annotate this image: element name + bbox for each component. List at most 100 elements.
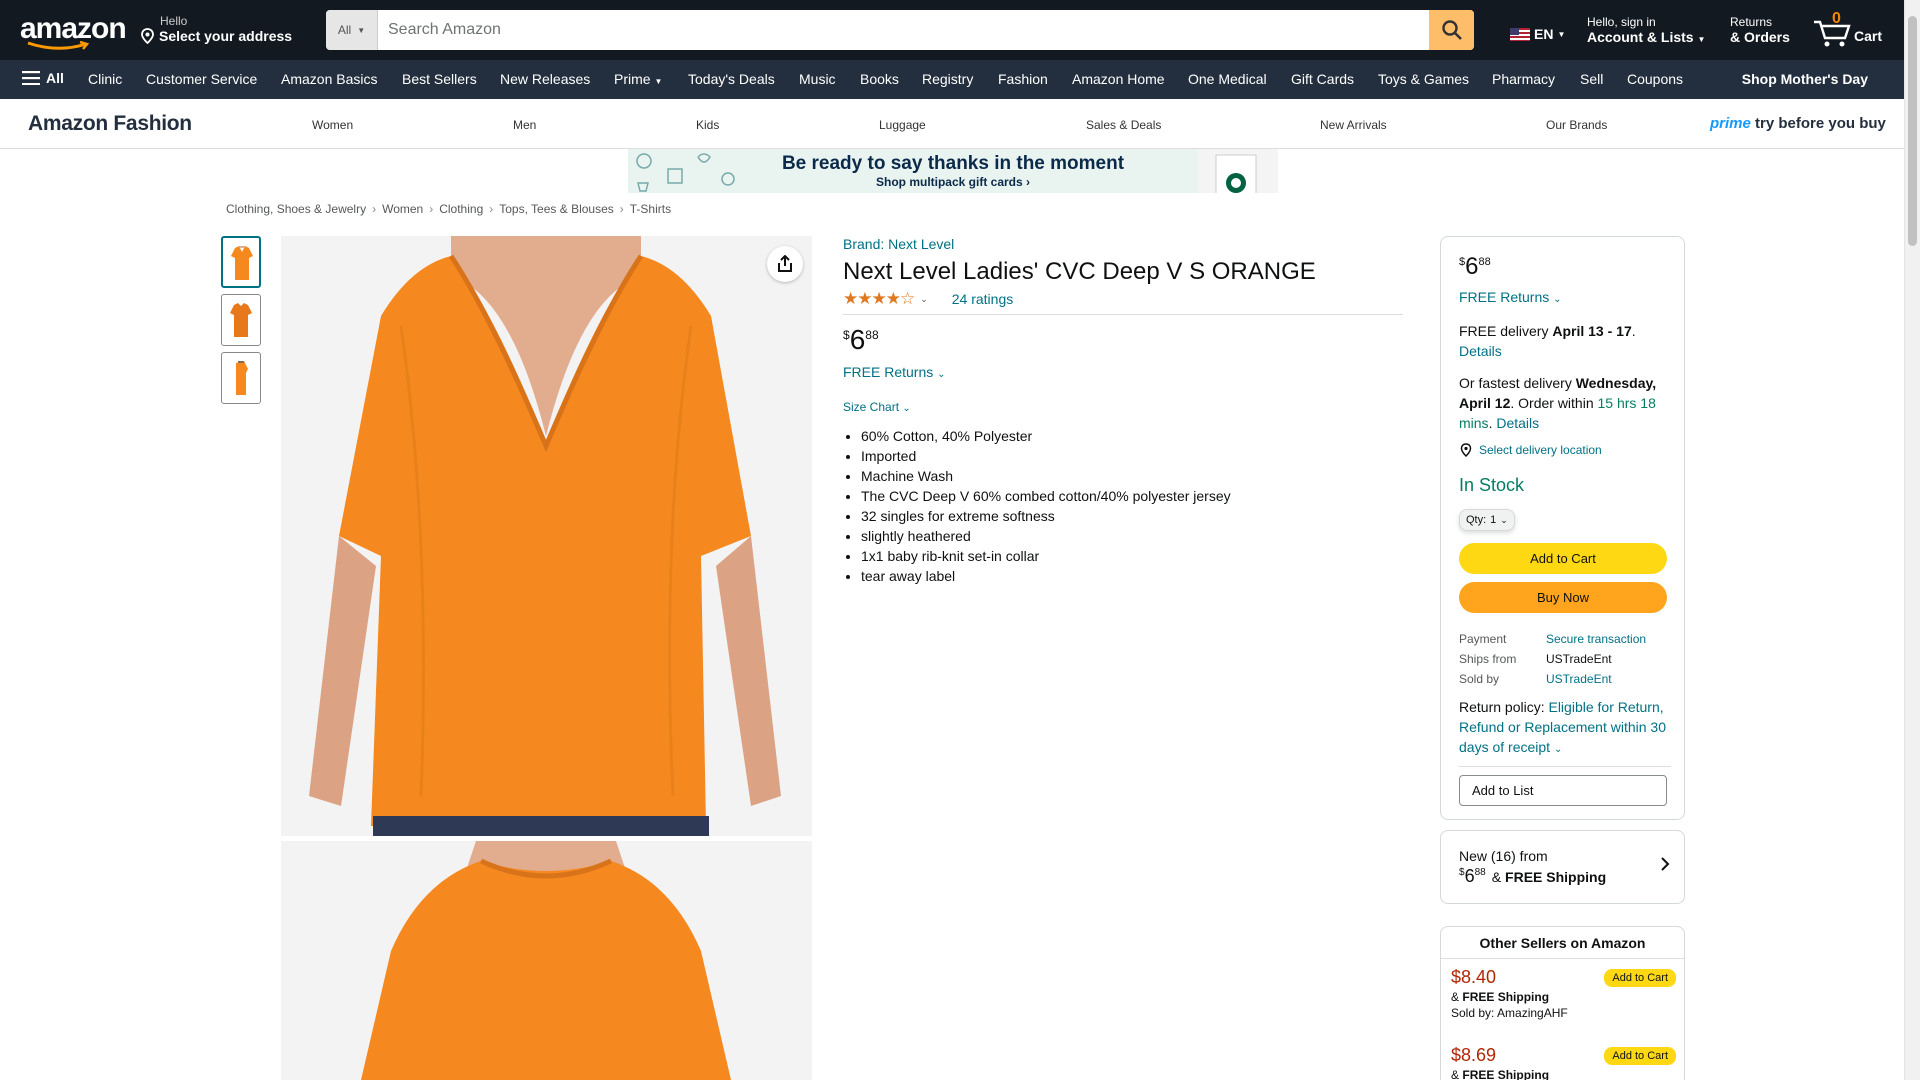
fashion-item-our-brands[interactable]: Our Brands bbox=[1546, 118, 1607, 132]
breadcrumb-item[interactable]: Women bbox=[382, 202, 423, 216]
select-delivery-location[interactable]: Select delivery location bbox=[1459, 443, 1602, 457]
all-label: All bbox=[46, 70, 64, 86]
nav-item-best-sellers[interactable]: Best Sellers bbox=[402, 71, 477, 87]
nav-item-new-releases[interactable]: New Releases bbox=[500, 71, 590, 87]
fashion-item-luggage[interactable]: Luggage bbox=[879, 118, 926, 132]
search-category-label: All bbox=[337, 23, 352, 37]
nav-item-gift-cards[interactable]: Gift Cards bbox=[1291, 71, 1354, 87]
fashion-item-sales-deals[interactable]: Sales & Deals bbox=[1086, 118, 1161, 132]
new-from-price: $ 6 88 & FREE Shipping bbox=[1459, 866, 1606, 887]
ships-from-label: Ships from bbox=[1459, 652, 1517, 666]
nav-item-music[interactable]: Music bbox=[799, 71, 836, 87]
free-returns-link[interactable]: FREE Returns ⌄ bbox=[843, 364, 946, 380]
breadcrumb-item[interactable]: Clothing bbox=[439, 202, 483, 216]
fashion-item-kids[interactable]: Kids bbox=[696, 118, 719, 132]
nav-item-clinic[interactable]: Clinic bbox=[88, 71, 122, 87]
fastest-delivery-info: Or fastest delivery Wednesday, April 12.… bbox=[1459, 375, 1657, 431]
size-chart-label: Size Chart bbox=[843, 400, 900, 414]
add-to-cart-button[interactable]: Add to Cart bbox=[1459, 543, 1667, 574]
chevron-down-icon: ⌄ bbox=[937, 369, 946, 380]
price-whole: 6 bbox=[1465, 253, 1479, 280]
nav-item-prime[interactable]: Prime ▼ bbox=[614, 71, 662, 87]
search-input[interactable] bbox=[378, 10, 1429, 50]
search-bar: All ▼ bbox=[326, 10, 1474, 50]
chevron-down-icon[interactable]: ⌄ bbox=[920, 294, 928, 305]
thumbnail-back[interactable] bbox=[221, 294, 261, 346]
prime-try-before-you-buy[interactable]: prime try before you buy bbox=[1710, 115, 1886, 132]
delivery-info: FREE delivery April 13 - 17. Details bbox=[1459, 323, 1636, 359]
new-offers-link[interactable]: New (16) from $ 6 88 & FREE Shipping bbox=[1440, 830, 1685, 904]
nav-item-pharmacy[interactable]: Pharmacy bbox=[1492, 71, 1555, 87]
nav-item-fashion[interactable]: Fashion bbox=[998, 71, 1048, 87]
return-policy: Return policy: Eligible for Return, Refu… bbox=[1459, 697, 1671, 767]
offer-add-to-cart-button[interactable]: Add to Cart bbox=[1604, 1047, 1676, 1065]
account-lists[interactable]: Hello, sign in Account & Lists ▼ bbox=[1587, 15, 1705, 45]
feature-bullet: 32 singles for extreme softness bbox=[861, 506, 1231, 526]
breadcrumb-item[interactable]: T-Shirts bbox=[630, 202, 671, 216]
share-button[interactable] bbox=[767, 246, 803, 282]
search-button[interactable] bbox=[1429, 10, 1474, 50]
all-menu-button[interactable]: All bbox=[22, 70, 64, 86]
language-selector[interactable]: EN ▼ bbox=[1510, 26, 1565, 42]
chevron-right-icon: › bbox=[489, 202, 494, 216]
nav-item-amazon-basics[interactable]: Amazon Basics bbox=[281, 71, 377, 87]
nav-item-one-medical[interactable]: One Medical bbox=[1188, 71, 1267, 87]
nav-item-toys-games[interactable]: Toys & Games bbox=[1378, 71, 1469, 87]
fashion-item-women[interactable]: Women bbox=[312, 118, 353, 132]
delivery-details-link[interactable]: Details bbox=[1459, 343, 1502, 359]
seller-link[interactable]: USTradeEnt bbox=[1546, 669, 1612, 689]
returns-label: Returns bbox=[1730, 15, 1773, 29]
thumbnail-side[interactable] bbox=[221, 352, 261, 404]
fashion-subnav: Amazon Fashion Women Men Kids Luggage Sa… bbox=[0, 100, 1904, 149]
nav-item-registry[interactable]: Registry bbox=[922, 71, 973, 87]
cart-count: 0 bbox=[1832, 10, 1841, 27]
product-image-main[interactable] bbox=[281, 236, 812, 836]
page-scrollbar[interactable] bbox=[1904, 0, 1920, 1080]
nav-item-todays-deals[interactable]: Today's Deals bbox=[688, 71, 775, 87]
nav-item-customer-service[interactable]: Customer Service bbox=[146, 71, 257, 87]
add-to-list-button[interactable]: Add to List bbox=[1459, 775, 1667, 806]
nav-item-books[interactable]: Books bbox=[860, 71, 899, 87]
thumbnail-front[interactable] bbox=[221, 236, 261, 288]
fastest-details-link[interactable]: Details bbox=[1496, 415, 1539, 431]
qty-value: 1 bbox=[1490, 514, 1497, 526]
offer-add-to-cart-button[interactable]: Add to Cart bbox=[1604, 969, 1676, 987]
nav-item-amazon-home[interactable]: Amazon Home bbox=[1072, 71, 1165, 87]
search-category-dropdown[interactable]: All ▼ bbox=[326, 10, 378, 50]
banner-cta[interactable]: Shop multipack gift cards › bbox=[628, 175, 1278, 189]
share-icon bbox=[778, 255, 792, 272]
rating-row: ★★★★☆ ⌄ 24 ratings bbox=[843, 289, 1403, 315]
gift-card-banner[interactable]: Be ready to say thanks in the moment Sho… bbox=[628, 149, 1278, 193]
buy-now-button[interactable]: Buy Now bbox=[1459, 582, 1667, 613]
cart[interactable]: 0 Cart bbox=[1812, 10, 1892, 50]
buybox-free-returns-link[interactable]: FREE Returns ⌄ bbox=[1459, 289, 1562, 305]
chevron-right-icon: › bbox=[372, 202, 377, 216]
breadcrumb-item[interactable]: Tops, Tees & Blouses bbox=[499, 202, 614, 216]
fashion-item-men[interactable]: Men bbox=[513, 118, 536, 132]
nav-item-sell[interactable]: Sell bbox=[1580, 71, 1603, 87]
star-rating-icon[interactable]: ★★★★☆ bbox=[843, 289, 915, 309]
seller-info: Payment Secure transaction Ships from USTr… bbox=[1459, 629, 1671, 689]
secure-transaction-link[interactable]: Secure transaction bbox=[1546, 629, 1646, 649]
seller-offer: $8.69 & FREE Shipping Add to Cart bbox=[1451, 1045, 1676, 1080]
size-chart-link[interactable]: Size Chart ⌄ bbox=[843, 400, 911, 414]
amazon-fashion-logo[interactable]: Amazon Fashion bbox=[28, 112, 192, 136]
fashion-item-new-arrivals[interactable]: New Arrivals bbox=[1320, 118, 1387, 132]
product-image-back[interactable] bbox=[281, 841, 812, 1080]
returns-orders[interactable]: Returns & Orders bbox=[1730, 15, 1790, 45]
delivery-address[interactable]: Hello Select your address bbox=[140, 14, 292, 44]
mothers-day-promo[interactable]: Shop Mother's Day bbox=[1742, 71, 1868, 87]
prime-label: prime bbox=[1710, 115, 1751, 132]
caret-down-icon: ▼ bbox=[654, 77, 663, 86]
ships-from-value: USTradeEnt bbox=[1546, 652, 1612, 666]
amazon-logo[interactable]: amazon bbox=[20, 14, 127, 50]
ratings-count-link[interactable]: 24 ratings bbox=[952, 291, 1013, 307]
fastest-prefix: Or fastest delivery bbox=[1459, 375, 1572, 391]
brand-link[interactable]: Brand: Next Level bbox=[843, 236, 954, 252]
account-lists-label: Account & Lists bbox=[1587, 29, 1694, 45]
breadcrumb-item[interactable]: Clothing, Shoes & Jewelry bbox=[226, 202, 366, 216]
price-symbol: $ bbox=[843, 328, 850, 342]
quantity-select[interactable]: Qty: 1 ⌄ bbox=[1459, 509, 1515, 531]
scrollbar-thumb[interactable] bbox=[1908, 16, 1917, 246]
nav-item-coupons[interactable]: Coupons bbox=[1627, 71, 1683, 87]
